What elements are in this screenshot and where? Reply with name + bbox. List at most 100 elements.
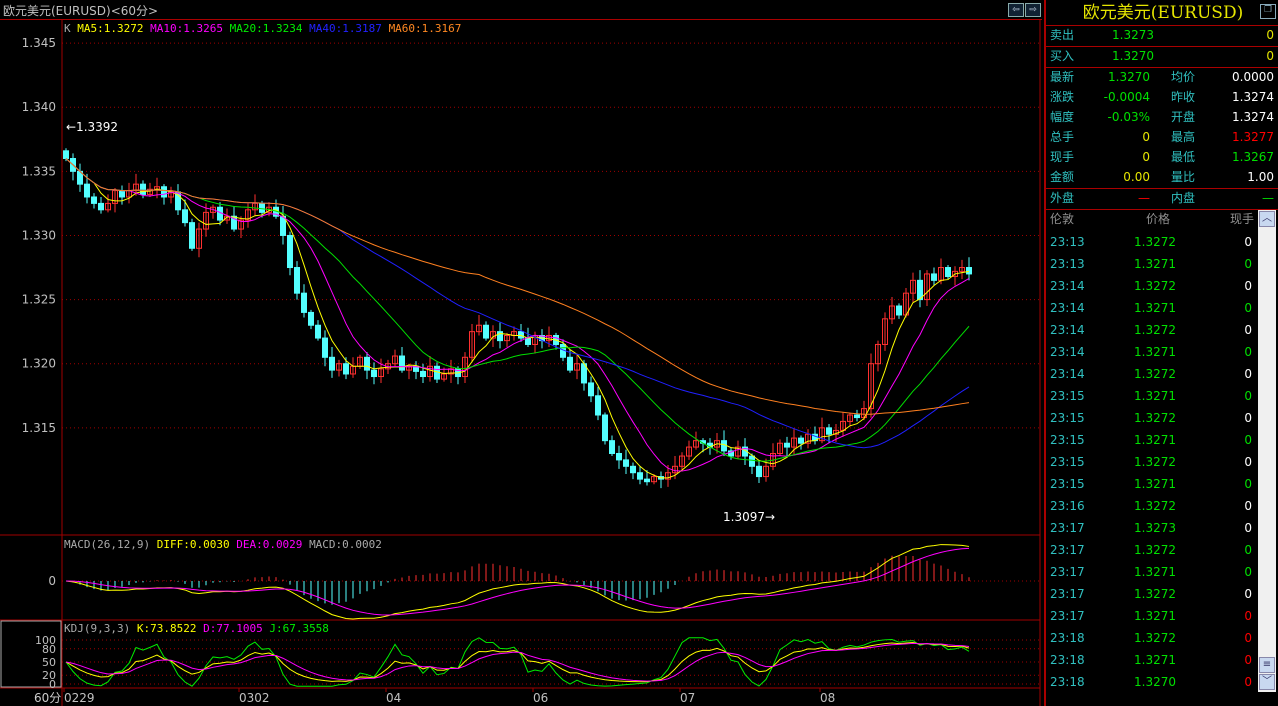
- trade-time: 23:15: [1050, 455, 1085, 469]
- quote-row: 总手 0 最高 1.3277: [1046, 127, 1278, 148]
- trade-time: 23:17: [1050, 609, 1085, 623]
- k-line: [65, 641, 970, 683]
- trade-volume: 0: [1244, 389, 1252, 403]
- trade-price: 1.3272: [1134, 455, 1176, 469]
- trade-row: 23:17 1.3272 0: [1046, 584, 1278, 605]
- trade-price: 1.3272: [1134, 367, 1176, 381]
- candle-down: [329, 356, 335, 371]
- ma10-line: [65, 158, 970, 472]
- candle-down: [784, 442, 790, 448]
- trade-header: 伦敦 价格 现手: [1046, 209, 1278, 230]
- quote-label: 最低: [1171, 150, 1196, 164]
- trade-price: 1.3272: [1134, 543, 1176, 557]
- period-label[interactable]: 60分: [34, 689, 61, 706]
- candle-down: [826, 427, 832, 435]
- scroll-thumb[interactable]: ≡: [1259, 657, 1275, 673]
- scroll-up-button[interactable]: ︿: [1259, 211, 1275, 227]
- trade-row: 23:16 1.3272 0: [1046, 496, 1278, 517]
- candle-down: [294, 267, 300, 294]
- trade-price: 1.3271: [1134, 257, 1176, 271]
- candle-down: [420, 370, 426, 378]
- candle-down: [525, 337, 531, 345]
- price-tick-label: 1.335: [22, 164, 56, 178]
- trade-price: 1.3272: [1134, 499, 1176, 513]
- trade-volume: 0: [1244, 499, 1252, 513]
- candle-down: [287, 234, 293, 269]
- candle-down: [119, 190, 125, 198]
- candle-down: [623, 459, 629, 467]
- quote-value: 1.3274: [1232, 90, 1274, 104]
- quote-value: 1.3270: [1108, 70, 1150, 84]
- quote-label: 现手: [1050, 150, 1075, 164]
- trade-row: 23:15 1.3271 0: [1046, 386, 1278, 407]
- buy-label: 买入: [1050, 49, 1075, 63]
- trade-time: 23:15: [1050, 411, 1085, 425]
- date-label: 06: [533, 691, 548, 705]
- kdj-k: K:73.8522: [136, 622, 197, 635]
- header-time: 伦敦: [1050, 212, 1075, 226]
- quote-label: 涨跌: [1050, 90, 1075, 104]
- inner-value: —: [1262, 191, 1274, 205]
- buy-row: 买入 1.3270 0: [1046, 46, 1278, 67]
- quote-label: 幅度: [1050, 110, 1075, 124]
- trade-volume: 0: [1244, 477, 1252, 491]
- quote-label: 最新: [1050, 70, 1075, 84]
- trade-row: 23:18 1.3271 0: [1046, 650, 1278, 671]
- kdj-j: J:67.3558: [269, 622, 329, 635]
- quote-row: 幅度 -0.03% 开盘 1.3274: [1046, 107, 1278, 128]
- kdj-legend: KDJ(9,3,3) K:73.8522 D:77.1005 J:67.3558: [64, 622, 329, 635]
- high-annotation: ←1.3392: [66, 120, 119, 134]
- trade-row: 23:14 1.3272 0: [1046, 364, 1278, 385]
- quote-row: 涨跌 -0.0004 昨收 1.3274: [1046, 87, 1278, 108]
- candle-down: [161, 186, 167, 198]
- legend-ma5: MA5:1.3272: [77, 22, 144, 35]
- kdj-tick-label: 50: [42, 656, 56, 669]
- candle-down: [609, 440, 615, 454]
- trade-volume: 0: [1244, 565, 1252, 579]
- date-label: 0229: [64, 691, 95, 705]
- price-tick-label: 1.345: [22, 36, 56, 50]
- trade-time: 23:14: [1050, 345, 1085, 359]
- diff-line: [65, 544, 970, 620]
- candle-down: [483, 324, 489, 339]
- trade-price: 1.3271: [1134, 345, 1176, 359]
- trade-volume: 0: [1244, 587, 1252, 601]
- prev-button[interactable]: ⇦: [1008, 3, 1024, 17]
- macd-zero-label: 0: [48, 574, 56, 588]
- quote-title: 欧元美元(EURUSD): [1082, 3, 1244, 23]
- trade-row: 23:15 1.3272 0: [1046, 408, 1278, 429]
- buy-volume: 0: [1266, 49, 1274, 63]
- trade-volume: 0: [1244, 675, 1252, 689]
- quote-label: 均价: [1171, 70, 1196, 84]
- quote-value: 0.00: [1123, 170, 1150, 184]
- quote-label: 昨收: [1171, 90, 1196, 104]
- price-tick-label: 1.330: [22, 228, 56, 242]
- kdj-tick-label: 80: [42, 643, 56, 656]
- candle-down: [364, 356, 370, 371]
- quote-value: -0.0004: [1103, 90, 1150, 104]
- trade-price: 1.3271: [1134, 389, 1176, 403]
- trade-scrollbar[interactable]: ︿ ≡ ﹀: [1258, 210, 1276, 692]
- trade-time: 23:14: [1050, 367, 1085, 381]
- trade-volume: 0: [1244, 433, 1252, 447]
- candle-down: [637, 472, 643, 480]
- trade-time: 23:18: [1050, 653, 1085, 667]
- kline-chart[interactable]: 1.3451.3401.3351.3301.3251.3201.31501008…: [0, 0, 1044, 706]
- trade-time: 23:13: [1050, 257, 1085, 271]
- candle-down: [644, 478, 650, 483]
- trade-volume: 0: [1244, 653, 1252, 667]
- outer-label: 外盘: [1050, 191, 1075, 205]
- trade-time: 23:17: [1050, 565, 1085, 579]
- trade-row: 23:14 1.3272 0: [1046, 320, 1278, 341]
- candle-down: [854, 414, 860, 419]
- macd-name: MACD(26,12,9): [64, 538, 151, 551]
- next-button[interactable]: ⇨: [1025, 3, 1041, 17]
- legend-ma20: MA20:1.3234: [229, 22, 303, 35]
- trade-row: 23:17 1.3273 0: [1046, 518, 1278, 539]
- scroll-down-button[interactable]: ﹀: [1259, 674, 1275, 690]
- trade-price: 1.3271: [1134, 477, 1176, 491]
- trade-row: 23:18 1.3270 0: [1046, 672, 1278, 693]
- candle-down: [945, 267, 951, 277]
- restore-icon[interactable]: ❐: [1260, 4, 1276, 19]
- chart-title: 欧元美元(EURUSD)<60分>: [0, 0, 1042, 20]
